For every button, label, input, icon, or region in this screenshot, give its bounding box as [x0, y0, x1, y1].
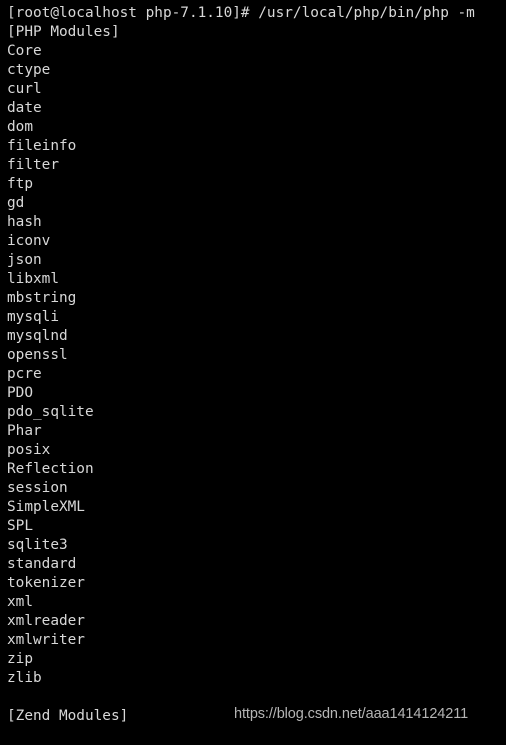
terminal-line: libxml	[7, 271, 59, 287]
terminal-line: hash	[7, 214, 42, 230]
terminal-line: ctype	[7, 62, 51, 78]
terminal-line: pcre	[7, 366, 42, 382]
watermark-text: https://blog.csdn.net/aaa1414124211	[234, 706, 469, 722]
terminal-line: [PHP Modules]	[7, 24, 120, 40]
terminal-line: curl	[7, 81, 42, 97]
terminal-line: standard	[7, 556, 77, 572]
terminal-line: filter	[7, 157, 59, 173]
terminal-line: gd	[7, 195, 25, 211]
terminal-line: SPL	[7, 518, 33, 534]
terminal-line: tokenizer	[7, 575, 85, 591]
terminal-line: session	[7, 480, 68, 496]
terminal-line: date	[7, 100, 42, 116]
terminal-prompt-line: [root@localhost php-7.1.10]# /usr/local/…	[7, 5, 475, 21]
terminal-line: mysqli	[7, 309, 59, 325]
terminal-output[interactable]: [root@localhost php-7.1.10]# /usr/local/…	[7, 4, 506, 745]
terminal-line: Reflection	[7, 461, 94, 477]
terminal-line: xmlreader	[7, 613, 85, 629]
terminal-line: mysqlnd	[7, 328, 68, 344]
terminal-line: posix	[7, 442, 51, 458]
terminal-line: pdo_sqlite	[7, 404, 94, 420]
terminal-line: json	[7, 252, 42, 268]
terminal-line: Core	[7, 43, 42, 59]
terminal-line: Phar	[7, 423, 42, 439]
terminal-line: iconv	[7, 233, 51, 249]
terminal-line: xmlwriter	[7, 632, 85, 648]
terminal-line: openssl	[7, 347, 68, 363]
terminal-line: xml	[7, 594, 33, 610]
terminal-line: SimpleXML	[7, 499, 85, 515]
terminal-line: zlib	[7, 670, 42, 686]
terminal-line: PDO	[7, 385, 33, 401]
terminal-line: dom	[7, 119, 33, 135]
terminal-line: ftp	[7, 176, 33, 192]
terminal-line: zip	[7, 651, 33, 667]
terminal-line: mbstring	[7, 290, 77, 306]
terminal-line: fileinfo	[7, 138, 77, 154]
terminal-line: sqlite3	[7, 537, 68, 553]
terminal-window[interactable]: [root@localhost php-7.1.10]# /usr/local/…	[0, 0, 506, 738]
